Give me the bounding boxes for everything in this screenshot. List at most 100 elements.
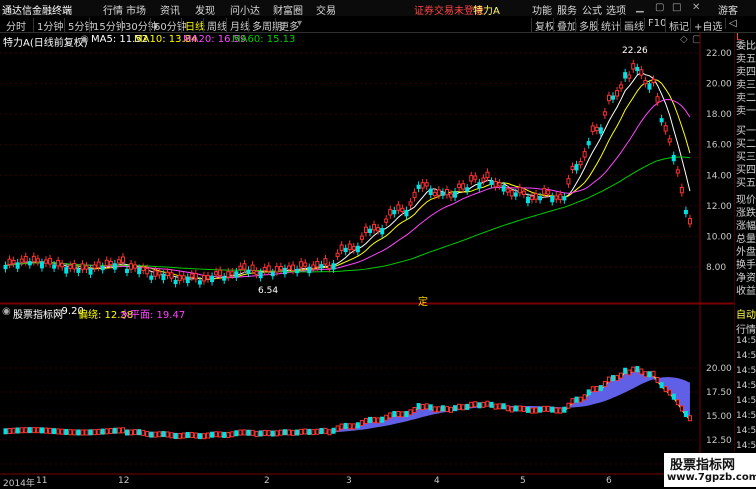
indicator-candle — [400, 411, 405, 418]
time-label: 5 — [520, 476, 526, 486]
candle-body — [655, 96, 660, 103]
indicator-candle — [570, 398, 575, 405]
event-marker[interactable]: 定 — [418, 293, 428, 308]
period-tab[interactable]: 分时 — [6, 18, 26, 33]
restore-icon[interactable]: ▢ — [655, 2, 664, 13]
candle-body — [80, 263, 85, 270]
time-axis: 2014年 11 12 2 3 4 5 6 — [0, 476, 700, 489]
candle-body — [262, 266, 267, 272]
menu-news[interactable]: 资讯 — [160, 2, 180, 17]
multi-stock-button[interactable]: 多股 — [575, 18, 599, 33]
candle-body — [384, 218, 389, 223]
candle-body — [11, 259, 16, 265]
overlay-button[interactable]: 叠加 — [553, 18, 577, 33]
indicator-candle — [299, 428, 304, 435]
time-label: 4 — [434, 476, 440, 486]
stats-button[interactable]: 统计 — [597, 18, 621, 33]
candle-body — [611, 95, 615, 100]
auto-toggle[interactable]: 自动 — [736, 306, 756, 321]
candle-body — [534, 193, 539, 200]
minimize-icon[interactable]: ▁ — [636, 2, 644, 13]
candle-body — [137, 267, 142, 275]
indicator-tick-label: 17.50 — [706, 388, 732, 398]
indicator-candle — [319, 428, 324, 435]
guest-label[interactable]: 游客 — [718, 2, 738, 17]
indicator-candle — [129, 429, 134, 436]
candle-body — [116, 259, 121, 264]
indicator-candle — [185, 431, 190, 438]
collapse-button[interactable]: ◁ — [725, 18, 737, 29]
candle-body — [679, 186, 684, 194]
kline-chart[interactable]: 22.00 20.00 18.00 16.00 14.00 12.00 10.00 8.00 2… — [0, 33, 734, 487]
price-tick-label: 12.00 — [706, 202, 732, 212]
indicator-candle — [428, 404, 433, 411]
indicator-candle — [323, 427, 328, 434]
quote-row: 卖一 — [736, 106, 756, 117]
indicator-candle — [80, 429, 85, 436]
indicator-candle — [149, 431, 154, 438]
indicator-candle — [303, 428, 308, 435]
menu-service[interactable]: 服务 — [557, 2, 577, 17]
menu-market[interactable]: 市场 — [126, 2, 146, 17]
close-icon[interactable]: ✕ — [692, 2, 700, 13]
period-tab-active[interactable]: 日线 — [181, 18, 205, 33]
indicator-candle — [84, 429, 89, 436]
indicator-candle — [368, 416, 372, 423]
indicator-candle — [611, 375, 615, 382]
indicator-candle — [287, 429, 291, 436]
candle-body — [493, 180, 498, 188]
menu-trade[interactable]: 交易 — [316, 2, 336, 17]
indicator-candle — [246, 429, 251, 436]
indicator-candle — [206, 432, 210, 439]
mark-button[interactable]: 标记 — [665, 18, 689, 33]
price-axis: 22.00 20.00 18.00 16.00 14.00 12.00 10.00 8.00 2… — [706, 49, 732, 470]
candle-body — [222, 276, 227, 281]
menu-formula[interactable]: 公式 — [582, 2, 602, 17]
indicator-candle — [355, 422, 360, 429]
f10-button[interactable]: F10 — [644, 18, 666, 29]
period-toolbar: 分时 1分钟 5分钟 15分钟 30分钟 60分钟 日线 周线 月线 多周期 更… — [0, 16, 756, 33]
draw-button[interactable]: 画线 — [620, 18, 644, 33]
indicator-candle — [667, 389, 672, 396]
indicator-candle — [222, 431, 227, 438]
candle-body — [331, 263, 336, 270]
moving-average-lines — [5, 71, 691, 280]
period-tab[interactable]: 1分钟 — [33, 18, 63, 33]
indicator-candle — [586, 389, 591, 396]
candle-body — [408, 201, 413, 206]
menu-function[interactable]: 功能 — [532, 2, 552, 17]
ma-line — [5, 79, 691, 280]
candle-body — [56, 260, 61, 267]
indicator-candle — [145, 430, 150, 437]
candle-body — [169, 272, 174, 279]
indicator-candle — [104, 428, 109, 435]
indicator-candle — [408, 409, 413, 416]
candle-body — [201, 275, 206, 282]
menu-ask[interactable]: 问小达 — [230, 2, 260, 17]
candle-body — [206, 275, 210, 280]
tick-row: 14:50 — [736, 366, 756, 376]
candle-body — [84, 265, 89, 270]
chevron-down-icon[interactable]: ▾ — [297, 18, 302, 29]
candle-body — [615, 90, 620, 97]
maximize-icon[interactable]: □ — [672, 2, 681, 13]
indicator-candle — [56, 428, 61, 435]
candle-body — [193, 273, 198, 280]
menu-discover[interactable]: 发现 — [195, 2, 215, 17]
candle-body — [420, 182, 425, 189]
add-watchlist-button[interactable]: +自选 — [690, 18, 722, 33]
period-tab[interactable]: 周线 — [203, 18, 227, 33]
period-tab[interactable]: 月线 — [226, 18, 250, 33]
menu-quotes[interactable]: 行情 — [103, 2, 123, 17]
candle-body — [582, 151, 587, 158]
indicator-candle — [457, 403, 462, 410]
candle-body — [570, 165, 575, 171]
adjust-button[interactable]: 复权 — [531, 18, 555, 33]
indicator-candle — [230, 431, 235, 438]
indicator-candle — [214, 431, 219, 438]
menu-options[interactable]: 选项 — [606, 2, 626, 17]
indicator-candle — [631, 366, 636, 373]
candle-body — [663, 125, 668, 132]
menu-wealth[interactable]: 财富圈 — [273, 2, 303, 17]
more-button[interactable]: 更多 — [275, 18, 299, 33]
